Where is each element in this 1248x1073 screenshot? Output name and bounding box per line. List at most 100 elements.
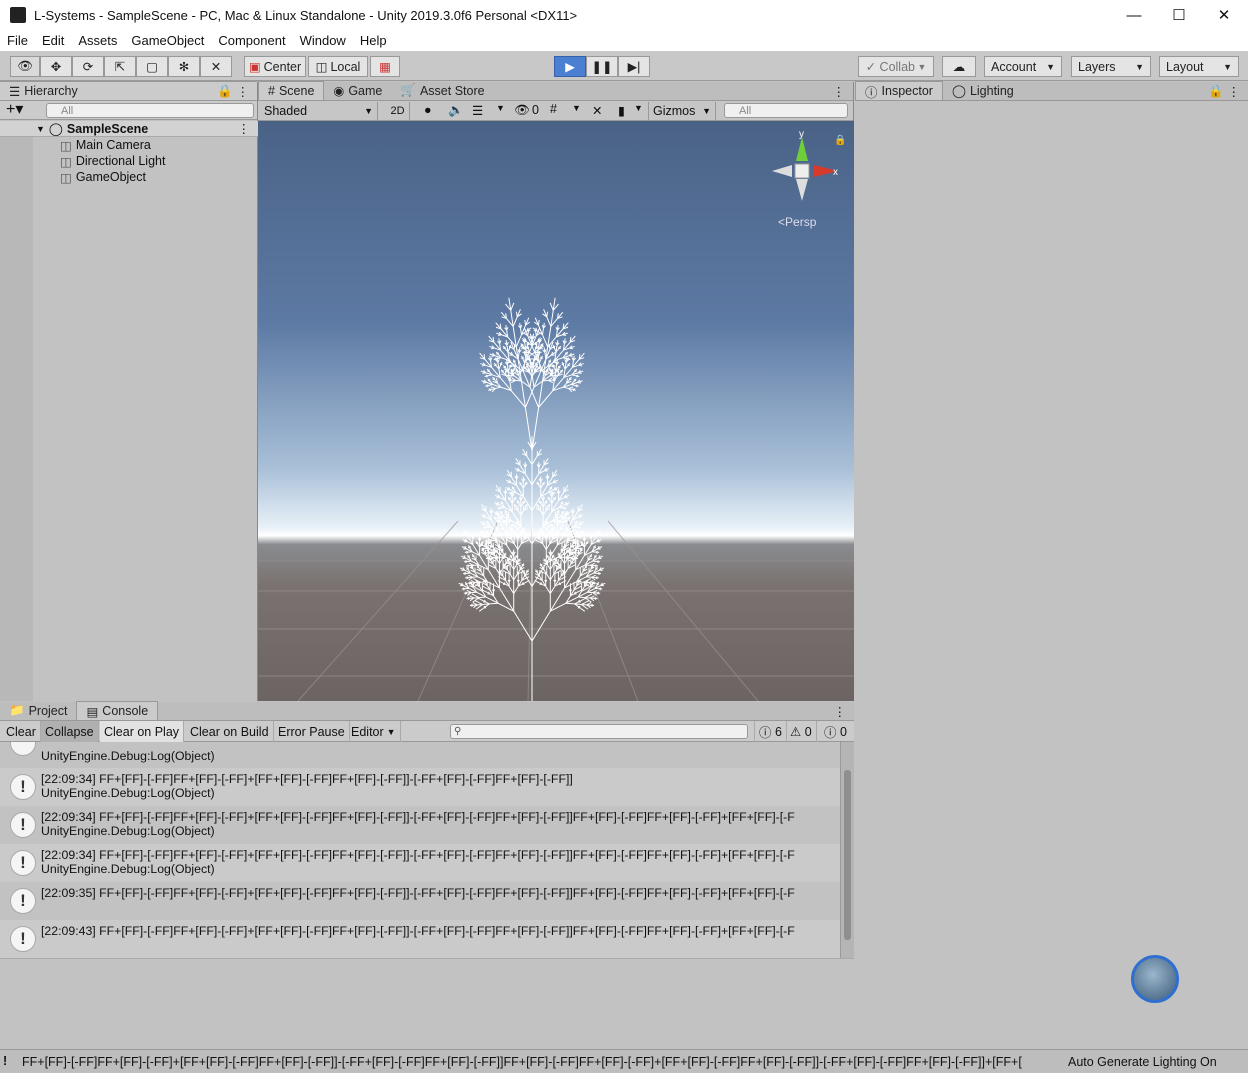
maximize-button[interactable]: ☐ xyxy=(1156,0,1202,30)
chevron-down-icon[interactable]: ▼ xyxy=(634,103,643,113)
console-log-row[interactable]: ! [22:09:34] FF+[FF]-[-FF]FF+[FF]-[-FF]+[… xyxy=(0,768,840,806)
console-search-input[interactable]: ⚲ xyxy=(450,724,748,739)
error-icon: ⓘ xyxy=(824,726,840,740)
tab-inspector[interactable]: ⓘ Inspector xyxy=(855,81,943,100)
lock-icon[interactable]: 🔒 xyxy=(834,134,846,146)
toggle-2d-button[interactable]: 2D xyxy=(386,102,410,120)
scene-viewport[interactable]: y x 🔒 <Persp xyxy=(258,121,854,701)
layout-dropdown[interactable]: Layout ▼ xyxy=(1159,56,1239,77)
tab-game[interactable]: ◉ Game xyxy=(324,81,391,100)
tab-project[interactable]: 📁 Project xyxy=(0,701,76,720)
tools-icon[interactable]: ✕ xyxy=(592,103,602,118)
pivot-local-button[interactable]: ◫ Local xyxy=(308,56,368,77)
hierarchy-panel: ☰ Hierarchy 🔒 ⋮ +▾ All ▼ ◯ SampleScene ⋮ … xyxy=(0,81,258,701)
clear-button[interactable]: Clear xyxy=(2,721,41,742)
kebab-menu-icon[interactable]: ⋮ xyxy=(1228,84,1241,99)
clear-on-build-toggle[interactable]: Clear on Build xyxy=(186,721,274,742)
console-scrollbar[interactable] xyxy=(840,742,854,958)
avatar[interactable] xyxy=(1131,955,1179,1003)
tab-hierarchy[interactable]: ☰ Hierarchy 🔒 ⋮ xyxy=(0,81,257,100)
step-button[interactable]: ▶| xyxy=(618,56,650,77)
kebab-menu-icon[interactable]: ⋮ xyxy=(238,121,251,136)
inspector-tabs: ⓘ Inspector ◯ Lighting 🔒 ⋮ xyxy=(855,81,1248,101)
layers-dropdown[interactable]: Layers ▼ xyxy=(1071,56,1151,77)
log-line-1: [22:09:34] FF+[FF]-[-FF]FF+[FF]-[-FF]+[F… xyxy=(41,772,573,786)
account-dropdown[interactable]: Account ▼ xyxy=(984,56,1062,77)
pause-button[interactable]: ❚❚ xyxy=(586,56,618,77)
kebab-menu-icon[interactable]: ⋮ xyxy=(834,704,847,719)
log-filter-toggle[interactable]: ⓘ 6 xyxy=(754,721,787,742)
camera-icon[interactable]: ▮ xyxy=(618,103,625,118)
menu-file[interactable]: File xyxy=(0,33,35,48)
pivot-center-button[interactable]: ▣ Center xyxy=(244,56,306,77)
grid-snap-icon[interactable]: ▦ xyxy=(370,56,400,77)
tab-console[interactable]: ▤ Console xyxy=(76,701,159,720)
menu-gameobject[interactable]: GameObject xyxy=(124,33,211,48)
lock-icon[interactable]: 🔒 xyxy=(217,84,233,99)
view-tool-icon[interactable]: 👁 xyxy=(10,56,40,77)
warning-filter-toggle[interactable]: ⚠ 0 xyxy=(786,721,817,742)
collapse-toggle[interactable]: Collapse xyxy=(41,721,99,742)
shading-mode-dropdown[interactable]: Shaded ▼ xyxy=(260,102,378,120)
effects-icon[interactable]: ☰ xyxy=(472,103,483,118)
tab-scene[interactable]: # Scene xyxy=(258,81,325,100)
layers-label: Layers xyxy=(1078,59,1116,74)
close-button[interactable]: ✕ xyxy=(1201,0,1247,30)
console-log-row-partial[interactable]: UnityEngine.Debug:Log(Object) xyxy=(0,742,840,768)
log-line-2: UnityEngine.Debug:Log(Object) xyxy=(41,862,215,876)
folder-icon: 📁 xyxy=(9,703,25,717)
lock-icon[interactable]: 🔒 xyxy=(1208,84,1224,99)
scrollbar-thumb[interactable] xyxy=(844,770,851,940)
hierarchy-item-label: GameObject xyxy=(75,170,146,184)
hierarchy-item[interactable]: ◫ Directional Light xyxy=(60,153,165,169)
info-icon: ! xyxy=(10,812,36,838)
create-add-icon[interactable]: +▾ xyxy=(6,101,23,119)
cloud-icon[interactable]: ☁ xyxy=(942,56,976,77)
menu-edit[interactable]: Edit xyxy=(35,33,71,48)
scene-orientation-gizmo[interactable] xyxy=(772,137,838,201)
foldout-icon[interactable]: ▼ xyxy=(36,124,45,134)
hierarchy-item[interactable]: ◫ GameObject xyxy=(60,169,165,185)
projection-label[interactable]: <Persp xyxy=(778,215,817,229)
scale-tool-icon[interactable]: ⇱ xyxy=(104,56,136,77)
grid-snap-icon[interactable]: # xyxy=(550,102,557,116)
minimize-button[interactable]: — xyxy=(1111,0,1157,30)
light-bulb-icon[interactable]: ● xyxy=(424,103,432,117)
gizmos-dropdown[interactable]: Gizmos ▼ xyxy=(648,102,716,120)
transform-tool-icon[interactable]: ✻ xyxy=(168,56,200,77)
kebab-menu-icon[interactable]: ⋮ xyxy=(237,84,250,99)
move-tool-icon[interactable]: ✥ xyxy=(40,56,72,77)
editor-dropdown[interactable]: Editor ▼ xyxy=(347,721,401,742)
tab-asset-store[interactable]: 🛒 Asset Store xyxy=(391,81,493,100)
collab-button[interactable]: ✓ Collab ▼ xyxy=(858,56,934,77)
log-line-1: [22:09:34] FF+[FF]-[-FF]FF+[FF]-[-FF]+[F… xyxy=(41,810,795,824)
error-pause-toggle[interactable]: Error Pause xyxy=(274,721,350,742)
menu-window[interactable]: Window xyxy=(293,33,353,48)
clear-on-play-toggle[interactable]: Clear on Play xyxy=(100,721,185,742)
rotate-tool-icon[interactable]: ⟳ xyxy=(72,56,104,77)
scene-search-input[interactable]: All xyxy=(724,103,848,118)
play-button[interactable]: ▶ xyxy=(554,56,586,77)
console-log-row[interactable]: ! [22:09:34] FF+[FF]-[-FF]FF+[FF]-[-FF]+[… xyxy=(0,844,840,882)
tab-lighting[interactable]: ◯ Lighting xyxy=(943,81,1023,100)
kebab-menu-icon[interactable]: ⋮ xyxy=(833,84,846,99)
audio-icon[interactable]: 🔈 xyxy=(448,103,464,118)
hierarchy-item[interactable]: ◫ Main Camera xyxy=(60,137,165,153)
hierarchy-search-input[interactable]: All xyxy=(46,103,254,118)
menu-component[interactable]: Component xyxy=(211,33,292,48)
custom-tool-icon[interactable]: ✕ xyxy=(200,56,232,77)
scene-row[interactable]: ▼ ◯ SampleScene ⋮ xyxy=(0,121,258,137)
error-filter-toggle[interactable]: ⓘ 0 xyxy=(820,721,851,742)
chevron-down-icon[interactable]: ▼ xyxy=(496,103,505,113)
menu-help[interactable]: Help xyxy=(353,33,394,48)
chevron-down-icon[interactable]: ▼ xyxy=(572,103,581,113)
rect-tool-icon[interactable]: ▢ xyxy=(136,56,168,77)
console-log-row[interactable]: ! [22:09:43] FF+[FF]-[-FF]FF+[FF]-[-FF]+[… xyxy=(0,920,840,958)
console-panel: 📁 Project ▤ Console ⋮ Clear Collapse Clear… xyxy=(0,701,854,1049)
console-log-row[interactable]: ! [22:09:35] FF+[FF]-[-FF]FF+[FF]-[-FF]+[… xyxy=(0,882,840,920)
menu-assets[interactable]: Assets xyxy=(71,33,124,48)
status-message[interactable]: FF+[FF]-[-FF]FF+[FF]-[-FF]+[FF+[FF]-[-FF… xyxy=(22,1055,1067,1069)
console-log-row[interactable]: ! [22:09:34] FF+[FF]-[-FF]FF+[FF]-[-FF]+[… xyxy=(0,806,840,844)
hidden-count: 0 xyxy=(532,103,539,117)
hidden-objects-icon[interactable]: 👁 xyxy=(514,103,530,118)
